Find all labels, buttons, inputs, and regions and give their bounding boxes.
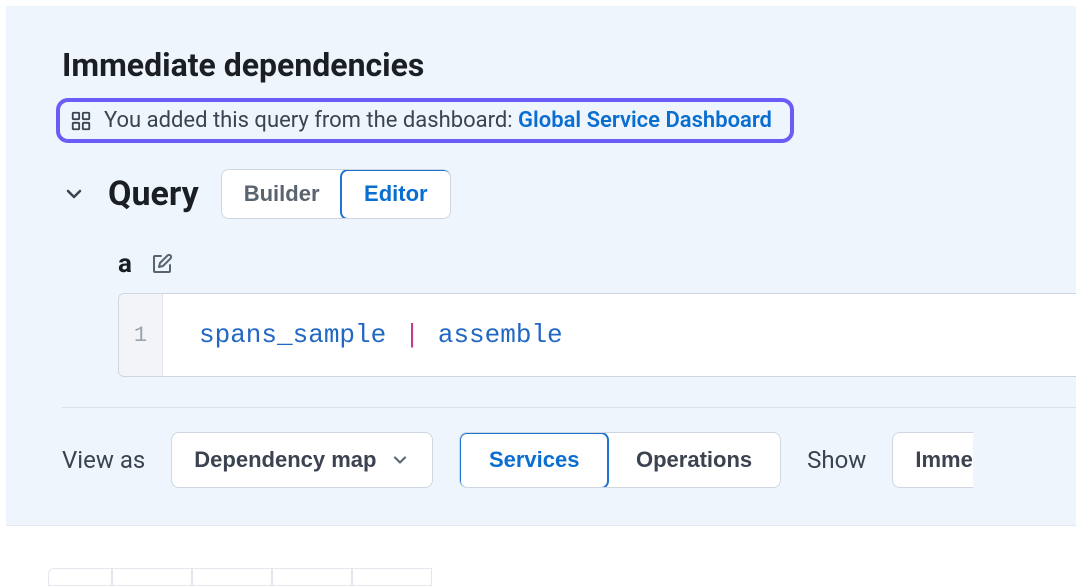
tab-stub[interactable] [112,568,192,586]
code-line[interactable]: spans_sample | assemble [163,294,1076,376]
query-mode-toggle: Builder Editor [221,169,451,219]
entity-toggle: Services Operations [459,432,781,488]
chevron-down-icon [62,182,86,206]
builder-tab[interactable]: Builder [222,170,342,218]
panel-title: Immediate dependencies [62,46,1076,84]
operations-tab[interactable]: Operations [608,433,780,487]
dashboard-link[interactable]: Global Service Dashboard [518,108,772,133]
query-name-row: a [118,249,1076,279]
view-as-dropdown[interactable]: Dependency map [171,432,433,488]
view-controls-row: View as Dependency map Services Operatio… [62,432,1076,488]
banner-prefix: You added this query from the dashboard: [104,108,518,133]
banner-text: You added this query from the dashboard:… [104,108,772,133]
query-name: a [118,249,132,279]
chevron-down-icon [390,450,410,470]
line-number-gutter: 1 [119,294,163,376]
view-as-value: Dependency map [194,447,376,473]
dashboard-icon [70,110,92,132]
tab-stub[interactable] [192,568,272,586]
show-value: Imme [915,447,972,473]
view-as-label: View as [62,446,145,474]
query-heading: Query [108,174,199,214]
editor-tab[interactable]: Editor [340,169,451,219]
collapse-toggle[interactable] [62,182,86,206]
pencil-icon [150,252,174,276]
edit-query-name-button[interactable] [150,252,174,276]
divider [62,407,1076,408]
services-tab[interactable]: Services [459,432,609,488]
query-editor[interactable]: 1 spans_sample | assemble [118,293,1076,377]
show-dropdown[interactable]: Imme [892,432,972,488]
bottom-tabs-stub [48,568,1078,586]
tab-stub[interactable] [352,568,432,586]
dashboard-origin-banner: You added this query from the dashboard:… [56,98,794,143]
dependencies-panel: Immediate dependencies You added this qu… [6,6,1076,526]
show-label: Show [807,446,866,474]
token-pipe: | [404,320,420,350]
tab-stub[interactable] [48,568,112,586]
token-keyword: spans_sample [199,320,386,350]
query-header-row: Query Builder Editor [62,169,1076,219]
token-function: assemble [438,320,563,350]
tab-stub[interactable] [272,568,352,586]
